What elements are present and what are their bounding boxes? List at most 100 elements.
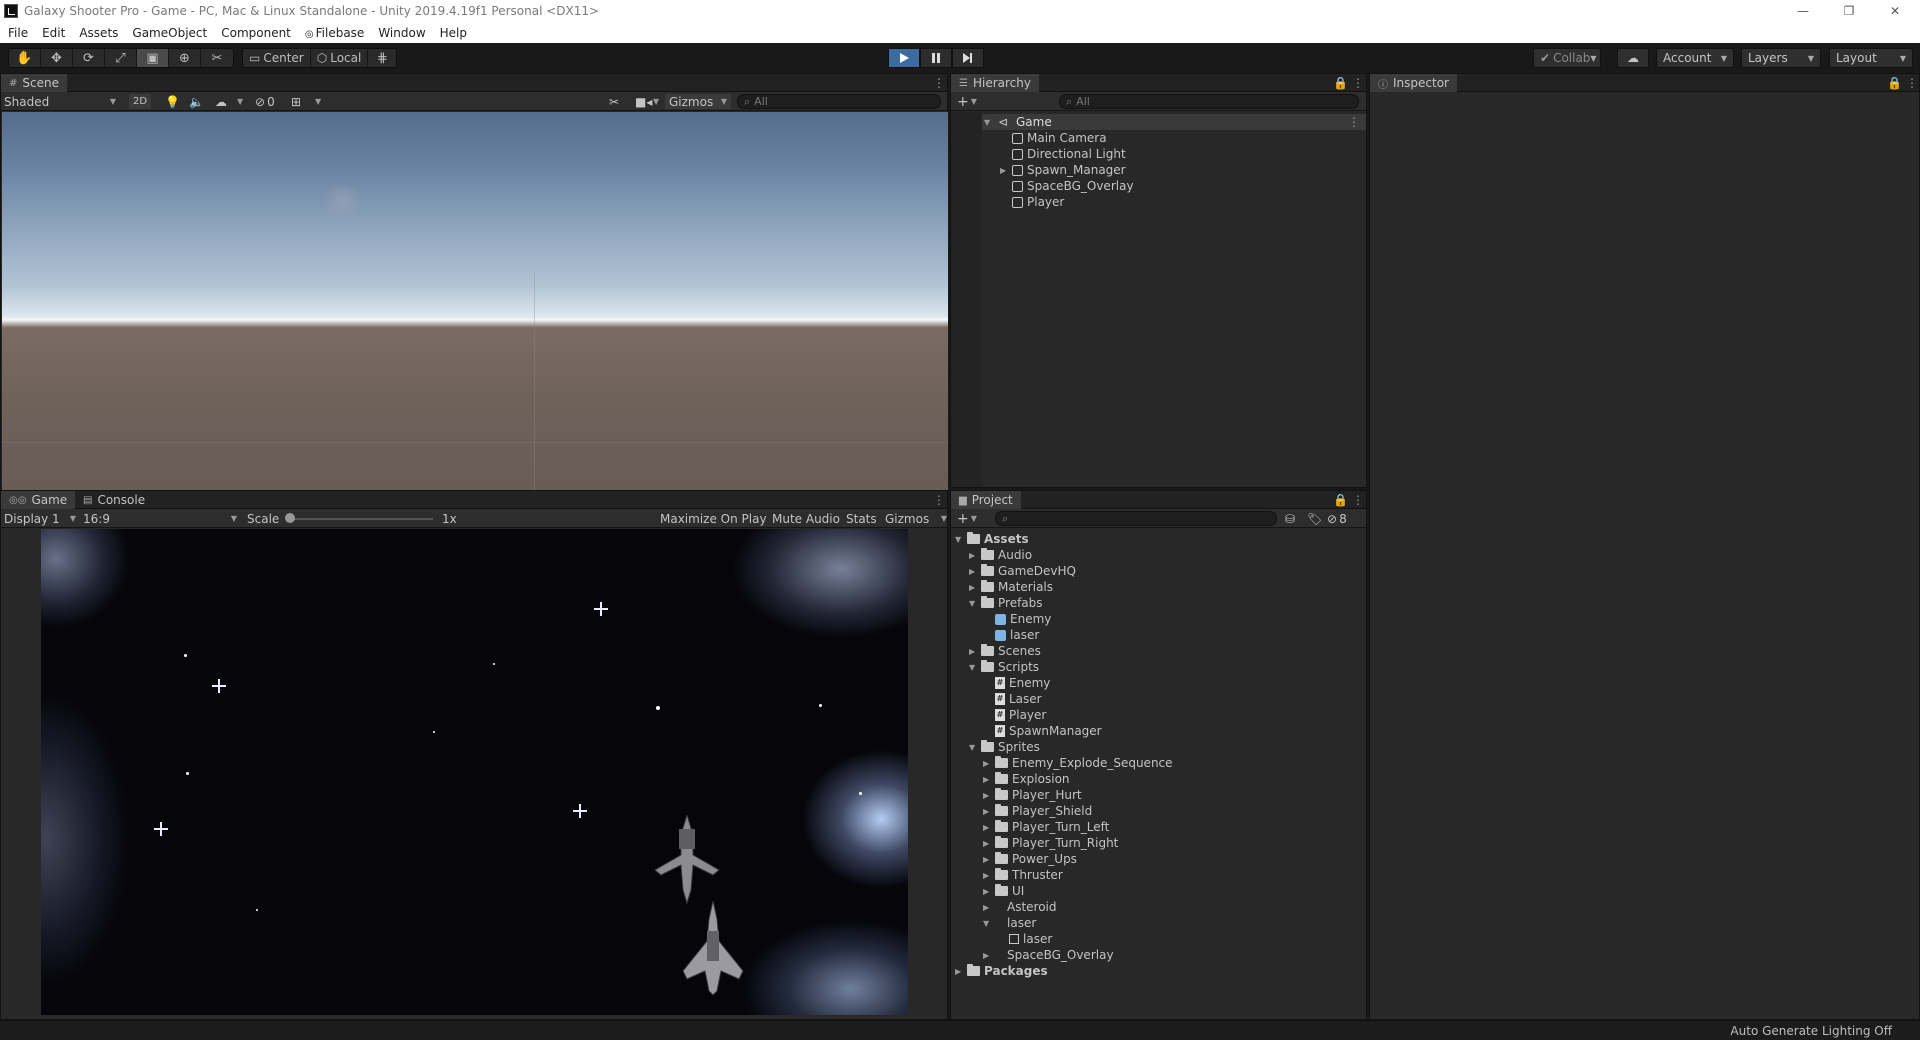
project-tree-item[interactable]: ▶ Packages [955, 963, 1048, 979]
tab-project[interactable]: ▆ Project [951, 491, 1021, 509]
scene-gizmos-dropdown[interactable]: Gizmos ▼ [665, 94, 731, 109]
grid-snap-icon[interactable]: ⋕ [368, 49, 396, 67]
menu-file[interactable]: File [8, 26, 28, 40]
step-button[interactable] [952, 48, 984, 68]
expand-arrow-icon[interactable]: ▶ [969, 647, 975, 656]
project-tree-item[interactable]: ▶ UI [983, 883, 1024, 899]
panel-menu-icon[interactable]: ⋮ [1352, 76, 1364, 90]
project-tree-item[interactable]: ▶ GameDevHQ [969, 563, 1076, 579]
chevron-down-icon[interactable]: ▼ [653, 94, 659, 109]
menu-gameobject[interactable]: GameObject [132, 26, 207, 40]
expand-arrow-icon[interactable]: ▶ [983, 887, 989, 896]
project-tree-item[interactable]: ▶ SpaceBG_Overlay [983, 947, 1114, 963]
expand-arrow-icon[interactable]: ▶ [983, 839, 989, 848]
mute-audio-button[interactable]: Mute Audio [772, 511, 840, 526]
expand-arrow-icon[interactable]: ▶ [955, 967, 961, 976]
expand-arrow-icon[interactable]: ▶ [983, 855, 989, 864]
scale-tool-icon[interactable]: ⤢ [105, 49, 137, 67]
scale-slider[interactable] [285, 511, 437, 526]
project-tree-item[interactable]: # Laser [995, 691, 1042, 707]
lock-icon[interactable]: 🔒 [1887, 76, 1902, 90]
stats-button[interactable]: Stats [846, 511, 877, 526]
restore-button[interactable]: ❐ [1826, 0, 1872, 22]
menu-component[interactable]: Component [221, 26, 291, 40]
minimize-button[interactable]: — [1780, 0, 1826, 22]
project-tree-item[interactable]: ▶ Player_Shield [983, 803, 1092, 819]
project-tree-item[interactable]: ▶ Explosion [983, 771, 1070, 787]
chevron-down-icon[interactable]: ▼ [315, 94, 321, 109]
project-tree-item[interactable]: ▶ Scenes [969, 643, 1041, 659]
cloud-button[interactable]: ☁ [1617, 48, 1649, 68]
menu-edit[interactable]: Edit [42, 26, 65, 40]
tab-console[interactable]: ▤ Console [75, 491, 153, 509]
panel-menu-icon[interactable]: ⋮ [933, 76, 945, 90]
hierarchy-item[interactable]: Main Camera [1012, 130, 1107, 146]
project-tree-item[interactable]: laser [1009, 931, 1052, 947]
project-tree-item[interactable]: ▶ Player_Turn_Left [983, 819, 1109, 835]
panel-menu-icon[interactable]: ⋮ [1352, 493, 1364, 507]
hierarchy-item[interactable]: Player [1012, 194, 1064, 210]
expand-arrow-icon[interactable]: ▶ [983, 775, 989, 784]
project-tree-item[interactable]: ▼ Scripts [969, 659, 1039, 675]
expand-arrow-icon[interactable]: ▶ [983, 759, 989, 768]
aspect-dropdown[interactable]: 16:9 ▼ [83, 511, 237, 526]
hierarchy-item[interactable]: SpaceBG_Overlay [1012, 178, 1134, 194]
collab-dropdown[interactable]: ✔ Collab ▼ [1533, 48, 1601, 68]
lock-icon[interactable]: 🔒 [1333, 493, 1348, 507]
scene-menu-icon[interactable]: ⋮ [1348, 115, 1360, 129]
expand-arrow-icon[interactable]: ▶ [969, 583, 975, 592]
project-tree-item[interactable]: ▶ Audio [969, 547, 1032, 563]
project-tree-item[interactable]: ▼ Assets [955, 531, 1029, 547]
account-dropdown[interactable]: Account ▼ [1656, 48, 1734, 68]
hierarchy-item[interactable]: ▶ Spawn_Manager [1000, 162, 1126, 178]
search-by-label-icon[interactable]: 🏷 [1307, 511, 1322, 526]
layers-dropdown[interactable]: Layers ▼ [1741, 48, 1821, 68]
project-tree-item[interactable]: laser [995, 627, 1039, 643]
transform-tool-icon[interactable]: ⊕ [169, 49, 201, 67]
rect-tool-icon[interactable]: ▣ [137, 49, 169, 67]
project-tree-item[interactable]: ▼ laser [983, 915, 1036, 931]
shading-mode-dropdown[interactable]: Shaded ▼ [4, 94, 116, 109]
expand-arrow-icon[interactable]: ▶ [983, 951, 989, 960]
create-asset-button[interactable]: + ▼ [957, 511, 977, 527]
chevron-down-icon[interactable]: ▼ [237, 94, 243, 109]
expand-arrow-icon[interactable]: ▶ [983, 791, 989, 800]
scene-viewport[interactable] [2, 112, 948, 497]
expand-arrow-icon[interactable]: ▶ [969, 567, 975, 576]
project-tree-item[interactable]: ▶ Power_Ups [983, 851, 1077, 867]
hierarchy-scene-row[interactable]: ▼ ⊲ Game ⋮ [982, 114, 1366, 130]
project-tree-item[interactable]: ▼ Sprites [969, 739, 1040, 755]
project-tree-item[interactable]: ▶ Thruster [983, 867, 1063, 883]
tab-game[interactable]: ◎◎ Game [1, 491, 76, 509]
hand-tool-icon[interactable]: ✋ [9, 49, 41, 67]
game-gizmos-dropdown[interactable]: Gizmos ▼ [885, 511, 947, 526]
rotate-tool-icon[interactable]: ⟳ [73, 49, 105, 67]
scene-search-input[interactable]: ⌕ All [737, 94, 941, 109]
collapse-arrow-icon[interactable]: ▼ [969, 663, 975, 672]
menu-filebase[interactable]: ◎ Filebase [305, 26, 364, 40]
tools-icon[interactable]: ✂ [609, 94, 619, 109]
menu-assets[interactable]: Assets [79, 26, 118, 40]
play-button[interactable] [888, 48, 920, 68]
expand-arrow-icon[interactable]: ▶ [983, 903, 989, 912]
collapse-arrow-icon[interactable]: ▼ [955, 535, 961, 544]
layout-dropdown[interactable]: Layout ▼ [1829, 48, 1913, 68]
project-tree-item[interactable]: ▶ Asteroid [983, 899, 1057, 915]
slider-thumb[interactable] [285, 513, 295, 523]
custom-tool-icon[interactable]: ✂ [201, 49, 233, 67]
create-button[interactable]: + ▼ [957, 94, 977, 110]
grid-toggle-icon[interactable]: ⊞ [291, 94, 301, 109]
collapse-arrow-icon[interactable]: ▼ [969, 599, 975, 608]
project-search-input[interactable]: ⌕ [995, 511, 1277, 526]
project-tree-item[interactable]: ▼ Prefabs [969, 595, 1043, 611]
lighting-icon[interactable]: 💡 [165, 94, 180, 109]
camera-icon[interactable]: ■◂ [635, 94, 652, 109]
project-tree-item[interactable]: # Enemy [995, 675, 1050, 691]
close-button[interactable]: ✕ [1872, 0, 1918, 22]
expand-arrow-icon[interactable]: ▶ [983, 823, 989, 832]
panel-menu-icon[interactable]: ⋮ [933, 493, 945, 507]
lock-icon[interactable]: 🔒 [1333, 76, 1348, 90]
project-tree-item[interactable]: Enemy [995, 611, 1051, 627]
hidden-objects-toggle[interactable]: ⊘ 0 [255, 94, 275, 109]
search-by-type-icon[interactable]: ⛁ [1285, 511, 1295, 526]
